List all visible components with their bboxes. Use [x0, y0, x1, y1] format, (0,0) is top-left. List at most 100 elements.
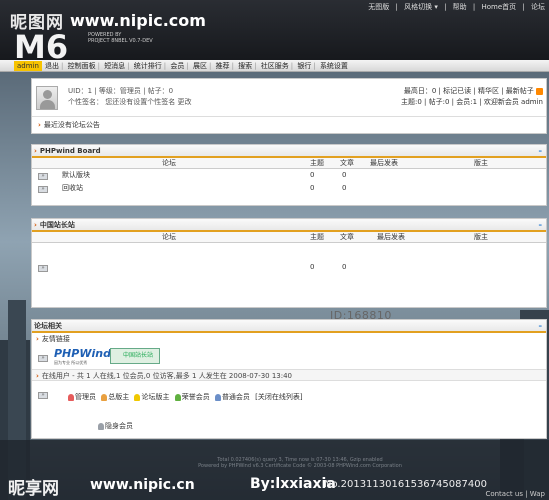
nav-item-members[interactable]: 会员: [170, 62, 184, 70]
col-topics: 主题: [310, 159, 324, 167]
bottom-watermark: 昵享网 www.nipic.cn By:lxxiaxia No.20131130…: [0, 472, 549, 500]
friend-links-label: 友情链接: [41, 335, 70, 343]
collapse-icon[interactable]: –: [539, 219, 543, 231]
arrow-icon: ›: [34, 221, 37, 229]
user-panel: UID：1 | 等级：管理员 | 帖子：0 个性签名： 您还没有设置个性签名 更…: [31, 78, 547, 134]
table-row: » 回收站 0 0: [32, 182, 546, 195]
col-posts: 文章: [340, 233, 354, 241]
footer-powered: Powered by PHPWind v6.3 Certificate Code…: [198, 463, 402, 469]
related-title: 论坛相关: [34, 322, 62, 330]
toplink-help[interactable]: 帮助: [453, 3, 467, 11]
nav-item-control-panel[interactable]: 控制面板: [68, 62, 96, 70]
contact-links[interactable]: Contact us | Wap: [485, 490, 545, 498]
legend-honor-member: 荣誉会员: [181, 393, 210, 401]
collapse-icon[interactable]: –: [539, 145, 543, 157]
nav-item-recommend[interactable]: 推荐: [216, 62, 230, 70]
nav-item-settings[interactable]: 系统设置: [320, 62, 348, 70]
watermark-bottom-url: www.nipic.cn: [90, 477, 195, 493]
close-online-list-link[interactable]: [关闭在线列表]: [255, 393, 302, 401]
arrow-icon: ›: [34, 147, 37, 155]
watermark-number: No.20131130161536745087400: [324, 479, 487, 490]
admin-icon: [68, 393, 74, 401]
collapse-icon[interactable]: –: [539, 320, 543, 332]
table-row: » 0 0: [32, 261, 546, 274]
avatar[interactable]: [36, 86, 58, 110]
col-last-post: 最后发表: [370, 159, 398, 167]
forum-topics: 0: [310, 263, 315, 271]
forum-link[interactable]: 回收站: [62, 182, 83, 195]
announcement-bar: › 最近没有论坛公告: [32, 116, 546, 132]
logo-subtitle: POWERED BY PROJECT 8NBEL V0.7-DEV: [88, 32, 153, 44]
nav-item-bank[interactable]: 银行: [297, 62, 311, 70]
toplink-style-switch[interactable]: 风格切换 ▾: [404, 3, 438, 11]
link-icon: »: [38, 355, 48, 362]
toplink-text-mode[interactable]: 无图版: [368, 3, 389, 11]
header-banner: 昵图网 www.nipic.com M6 POWERED BY PROJECT …: [0, 0, 549, 62]
nav-item-messages[interactable]: 短消息: [104, 62, 125, 70]
toplink-forum[interactable]: 论坛: [531, 3, 545, 11]
user-signature: 个性签名： 您还没有设置个性签名 更改: [68, 98, 192, 106]
col-topics: 主题: [310, 233, 324, 241]
project-text: PROJECT 8NBEL V0.7-DEV: [88, 38, 153, 44]
hidden-member: 隐身会员: [98, 421, 133, 431]
online-icon: »: [38, 392, 48, 399]
phpwind-logo-link[interactable]: PHPWind 因为专业 所以优秀: [54, 347, 111, 365]
footer: Total 0.027406(s) query 3, Time now is 0…: [150, 457, 450, 469]
member-icon: [214, 393, 221, 401]
m6-logo: M6: [14, 30, 68, 60]
col-forum: 论坛: [162, 159, 176, 167]
arrow-icon: ›: [38, 121, 41, 129]
category-title[interactable]: PHPwind Board: [40, 147, 101, 155]
super-moderator-icon: [101, 393, 108, 401]
col-posts: 文章: [340, 159, 354, 167]
forum-related-section: 论坛相关 – › 友情链接 » PHPWind 因为专业 所以优秀 中国站长站 › 在…: [31, 319, 547, 439]
forum-status-icon: »: [38, 173, 48, 180]
legend-moderator: 论坛版主: [141, 393, 170, 401]
arrow-icon: ›: [36, 335, 39, 343]
forum-topics: 0: [310, 171, 315, 179]
forum-stats: 主题:0 | 帖子:0 | 会员:1 | 欢迎新会员 admin: [400, 98, 543, 106]
hidden-member-label: 隐身会员: [105, 422, 133, 430]
rss-icon[interactable]: [536, 87, 543, 95]
col-last-post: 最后发表: [377, 233, 405, 241]
nav-username[interactable]: admin: [14, 61, 42, 71]
forum-posts: 0: [342, 263, 347, 271]
forum-category-phpwind: › PHPwind Board – 论坛 主题 文章 最后发表 版主 » 默认版块 …: [31, 144, 547, 206]
legend-admin: 管理员: [75, 393, 96, 401]
column-header: 论坛 主题 文章 最后发表 版主: [32, 232, 546, 243]
legend-super-moderator: 总版主: [108, 393, 130, 401]
honor-member-icon: [174, 393, 181, 401]
table-row: » 默认版块 0 0: [32, 169, 546, 182]
logo-text: M6: [14, 30, 68, 60]
watermark-author: By:lxxiaxia: [250, 476, 336, 492]
nav-item-logout[interactable]: 退出: [45, 62, 59, 70]
online-users-text: 在线用户 - 共 1 人在线,1 位会员,0 位访客,最多 1 人发生在 200…: [41, 372, 293, 380]
forum-status-icon: »: [38, 186, 48, 193]
main-nav: admin 退出 | 控制面板 | 短消息 | 统计排行 | 会员 | 展区 | 推荐 | 搜…: [0, 60, 549, 72]
watermark-bottom-site: 昵享网: [8, 479, 59, 499]
friend-links: » PHPWind 因为专业 所以优秀 中国站长站: [32, 345, 546, 369]
toplink-home[interactable]: Home首页: [482, 3, 517, 11]
watermark-url: www.nipic.com: [70, 11, 206, 30]
column-header: 论坛 主题 文章 最后发表 版主: [32, 158, 546, 169]
nav-item-community[interactable]: 社区服务: [261, 62, 289, 70]
nav-item-exhibit[interactable]: 展区: [193, 62, 207, 70]
hidden-member-icon: [98, 422, 104, 430]
forum-topics: 0: [310, 184, 315, 192]
forum-category-zhanzhang: › 中国站长站 – 论坛 主题 文章 最后发表 版主 » 0 0: [31, 218, 547, 308]
forum-link[interactable]: 默认版块: [62, 169, 90, 182]
moderator-icon: [134, 393, 141, 401]
top-links: 无图版 | 风格切换 ▾ | 帮助 | Home首页 | 论坛: [368, 3, 545, 11]
forum-posts: 0: [342, 171, 347, 179]
zhanzhang-logo-link[interactable]: 中国站长站: [110, 348, 160, 364]
category-title[interactable]: 中国站长站: [40, 221, 75, 229]
forum-posts: 0: [342, 184, 347, 192]
nav-item-search[interactable]: 搜索: [238, 62, 252, 70]
legend-member: 普通会员: [221, 393, 250, 401]
nav-item-stats[interactable]: 统计排行: [134, 62, 162, 70]
member-legend: 管理员 总版主 论坛版主 荣誉会员 普通会员 [关闭在线列表]: [68, 392, 306, 402]
col-moderator: 版主: [474, 233, 488, 241]
forum-quick-links[interactable]: 最高日：0 | 标记已读 | 精华区 | 最新帖子: [404, 87, 534, 95]
col-forum: 论坛: [162, 233, 176, 241]
phpwind-slogan: 因为专业 所以优秀: [54, 360, 88, 365]
